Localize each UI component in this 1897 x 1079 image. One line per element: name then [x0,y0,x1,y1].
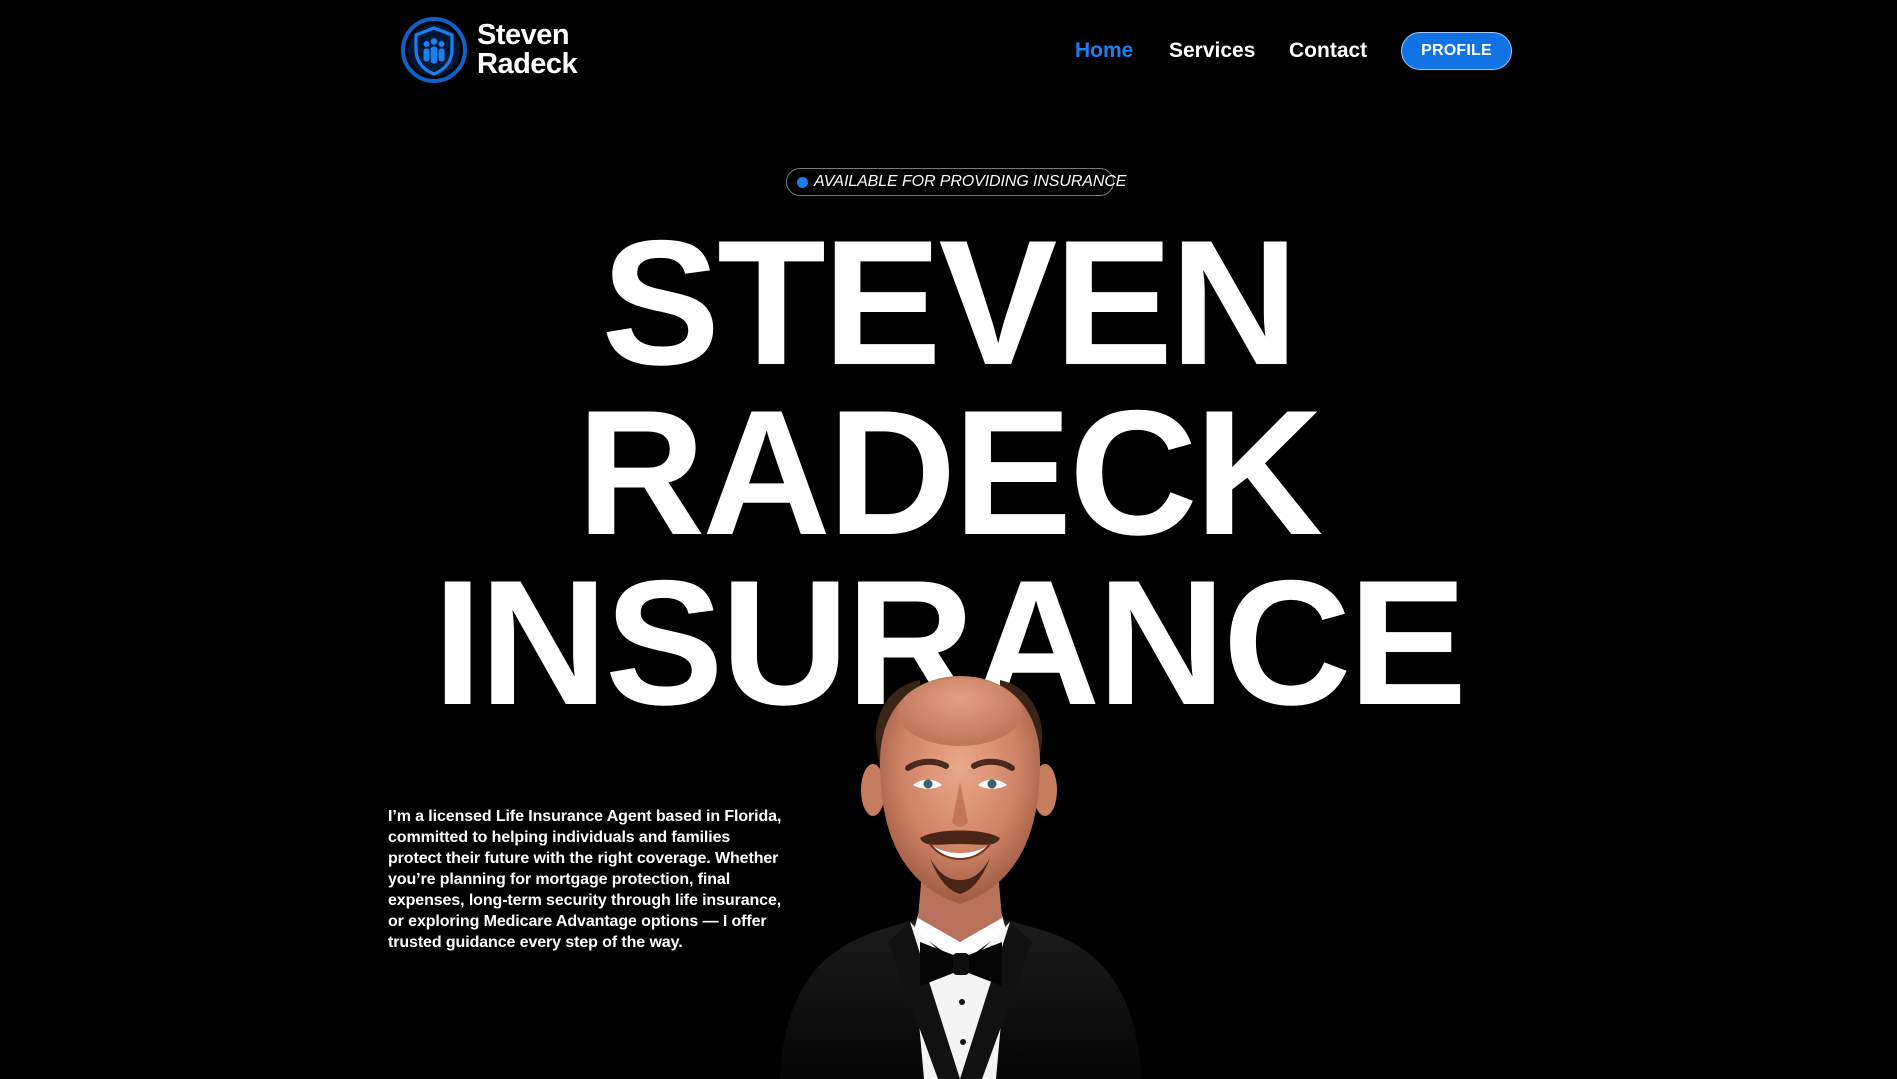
nav-contact-link[interactable]: Contact [1289,39,1367,63]
agent-portrait-image [780,676,1142,1079]
availability-badge-text: AVAILABLE FOR PROVIDING INSURANCE [814,173,1127,190]
site-header: Steven Radeck Home Services Contact PROF… [0,0,1897,104]
availability-badge: AVAILABLE FOR PROVIDING INSURANCE [786,168,1126,196]
profile-button[interactable]: PROFILE [1401,32,1512,70]
nav-home-link[interactable]: Home [1075,39,1133,63]
agent-bio-text: I’m a licensed Life Insurance Agent base… [388,808,782,951]
hero-headline-line2: RADECK [576,373,1323,572]
hero-headline: STEVEN RADECK INSURANCE [0,203,1897,732]
page: Steven Radeck Home Services Contact PROF… [0,0,1897,1079]
status-dot-icon [797,176,808,188]
hero-headline-line1: STEVEN [601,203,1298,402]
main-nav: Home Services Contact PROFILE [0,31,1897,73]
nav-services-link[interactable]: Services [1169,39,1255,63]
